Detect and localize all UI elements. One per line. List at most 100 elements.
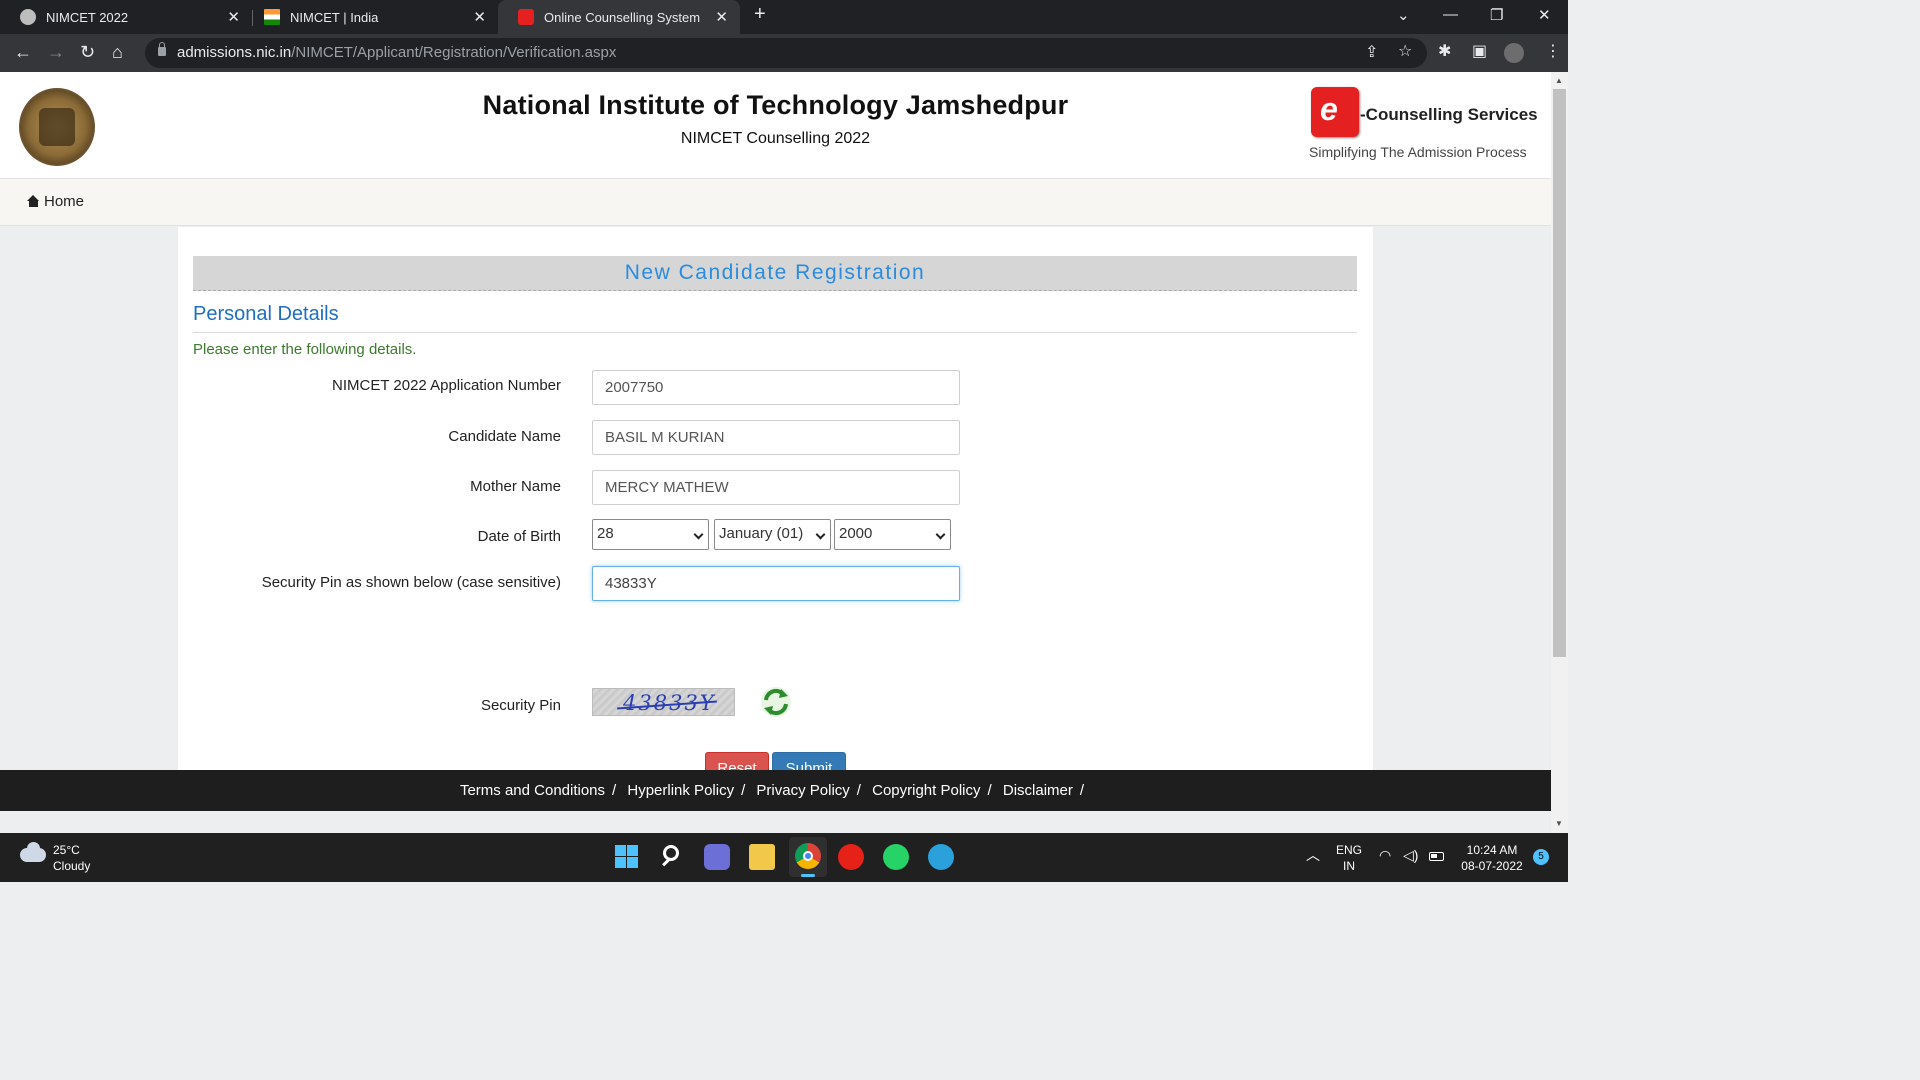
dob-day-select[interactable]: 28: [592, 519, 709, 550]
ecounselling-brand: -Counselling Services: [1360, 105, 1538, 124]
ecounselling-tagline: Simplifying The Admission Process: [1309, 144, 1527, 160]
date-of-birth-label: Date of Birth: [477, 528, 561, 545]
clock-time: 10:24 AM: [1466, 843, 1518, 857]
home-link[interactable]: Home: [27, 193, 84, 210]
windows-taskbar: 25°C Cloudy ︿ ENG IN ◠ ◁) 10:24 AM 08-07…: [0, 833, 1568, 882]
tab-nimcet-2022[interactable]: NIMCET 2022 ✕: [0, 0, 252, 34]
chevron-down-icon: [935, 529, 946, 540]
page-scrollbar[interactable]: ▲ ▼: [1551, 72, 1568, 833]
close-window-icon[interactable]: ✕: [1538, 6, 1551, 24]
tab-title: NIMCET 2022: [46, 9, 129, 25]
tab-search-chevron-icon[interactable]: ⌄: [1397, 6, 1410, 24]
refresh-captcha-icon[interactable]: [760, 686, 792, 718]
close-tab-icon[interactable]: ✕: [227, 8, 240, 26]
forward-icon[interactable]: →: [47, 42, 65, 62]
mother-name-input[interactable]: MERCY MATHEW: [592, 470, 960, 505]
home-browser-icon[interactable]: ⌂: [112, 42, 123, 62]
section-title: Personal Details: [193, 303, 339, 325]
chevron-down-icon: [693, 529, 704, 540]
youtube-music-icon[interactable]: [838, 844, 864, 870]
page-bottom-space: [0, 811, 1551, 833]
battery-icon[interactable]: [1429, 852, 1444, 861]
whatsapp-icon[interactable]: [883, 844, 909, 870]
dob-year-select[interactable]: 2000: [834, 519, 951, 550]
footer-separator: /: [741, 782, 746, 799]
close-tab-icon[interactable]: ✕: [473, 8, 486, 26]
ecounselling-favicon-icon: [518, 9, 534, 25]
application-number-input[interactable]: 2007750: [592, 370, 960, 405]
footer-link-terms[interactable]: Terms and Conditions: [460, 782, 605, 799]
dob-month-value: January (01): [719, 525, 804, 542]
bookmark-star-icon[interactable]: ☆: [1398, 43, 1412, 61]
footer-link-privacy-policy[interactable]: Privacy Policy: [756, 782, 849, 799]
registration-title: New Candidate Registration: [193, 256, 1357, 291]
back-icon[interactable]: ←: [14, 42, 32, 62]
section-divider: [193, 332, 1357, 333]
search-icon[interactable]: [660, 844, 686, 870]
footer-separator: /: [1079, 782, 1085, 799]
footer-link-copyright-policy[interactable]: Copyright Policy: [872, 782, 980, 799]
new-tab-icon[interactable]: +: [754, 3, 766, 26]
weather-widget[interactable]: 25°C Cloudy: [53, 842, 90, 874]
footer-separator: /: [987, 782, 992, 799]
candidate-name-label: Candidate Name: [448, 428, 561, 445]
telegram-icon[interactable]: [928, 844, 954, 870]
footer-link-disclaimer[interactable]: Disclaimer: [1003, 782, 1073, 799]
restore-icon[interactable]: ❐: [1490, 6, 1503, 24]
dob-month-select[interactable]: January (01): [714, 519, 831, 550]
footer-separator: /: [612, 782, 617, 799]
tab-title: NIMCET | India: [290, 9, 379, 25]
temperature: 25°C: [53, 843, 80, 857]
close-tab-icon[interactable]: ✕: [715, 8, 728, 26]
dob-day-value: 28: [597, 525, 614, 542]
tab-title: Online Counselling System: [544, 9, 701, 25]
chrome-taskbar-button[interactable]: [789, 837, 827, 877]
language-code: ENG: [1336, 843, 1363, 857]
home-link-label: Home: [44, 193, 85, 210]
application-number-label: NIMCET 2022 Application Number: [332, 377, 561, 394]
tray-overflow-chevron-icon[interactable]: ︿: [1306, 847, 1320, 863]
scrollbar-thumb[interactable]: [1553, 89, 1566, 657]
profile-avatar[interactable]: [1504, 43, 1524, 63]
side-panel-icon[interactable]: ▣: [1472, 43, 1487, 61]
lock-icon: [158, 42, 166, 56]
mother-name-label: Mother Name: [470, 478, 561, 495]
wifi-icon[interactable]: ◠: [1379, 847, 1391, 863]
input-language[interactable]: ENG IN: [1336, 842, 1362, 874]
dob-year-value: 2000: [839, 525, 873, 542]
volume-icon[interactable]: ◁): [1403, 847, 1418, 863]
address-bar[interactable]: admissions.nic.in/NIMCET/Applicant/Regis…: [145, 38, 1427, 68]
url-text: admissions.nic.in/NIMCET/Applicant/Regis…: [177, 44, 617, 61]
security-pin-input-label: Security Pin as shown below (case sensit…: [261, 574, 561, 591]
notification-badge[interactable]: 5: [1533, 849, 1549, 865]
footer-link-hyperlink-policy[interactable]: Hyperlink Policy: [627, 782, 734, 799]
ecounselling-logo: e: [1311, 87, 1359, 137]
security-pin-label: Security Pin: [480, 697, 561, 714]
extensions-icon[interactable]: ✱: [1438, 43, 1451, 61]
registration-panel: New Candidate Registration Personal Deta…: [178, 227, 1373, 786]
tab-nimcet-india[interactable]: NIMCET | India ✕: [244, 0, 498, 34]
site-footer: Terms and Conditions / Hyperlink Policy / …: [0, 770, 1551, 811]
security-pin-input[interactable]: 43833Y: [592, 566, 960, 601]
tab-online-counselling[interactable]: Online Counselling System ✕: [498, 0, 740, 34]
clock-date: 08-07-2022: [1461, 859, 1523, 873]
clock[interactable]: 10:24 AM 08-07-2022: [1458, 842, 1526, 874]
footer-separator: /: [856, 782, 861, 799]
start-icon[interactable]: [614, 844, 640, 870]
region-code: IN: [1343, 859, 1355, 873]
cloud-icon[interactable]: [20, 842, 46, 862]
scroll-up-icon[interactable]: ▲: [1555, 76, 1563, 85]
web-page: National Institute of Technology Jamshed…: [0, 72, 1551, 833]
file-explorer-icon[interactable]: [749, 844, 775, 870]
chevron-down-icon: [815, 529, 826, 540]
share-icon[interactable]: ⇪: [1365, 44, 1378, 62]
teams-chat-icon[interactable]: [704, 844, 730, 870]
home-icon: [27, 195, 40, 207]
minimize-icon[interactable]: —: [1443, 6, 1458, 23]
weather-condition: Cloudy: [53, 859, 91, 873]
form-hint: Please enter the following details.: [193, 341, 417, 358]
scroll-down-icon[interactable]: ▼: [1555, 819, 1563, 828]
browser-menu-icon[interactable]: ⋮: [1545, 43, 1561, 61]
reload-icon[interactable]: ↻: [80, 42, 95, 62]
candidate-name-input[interactable]: BASIL M KURIAN: [592, 420, 960, 455]
